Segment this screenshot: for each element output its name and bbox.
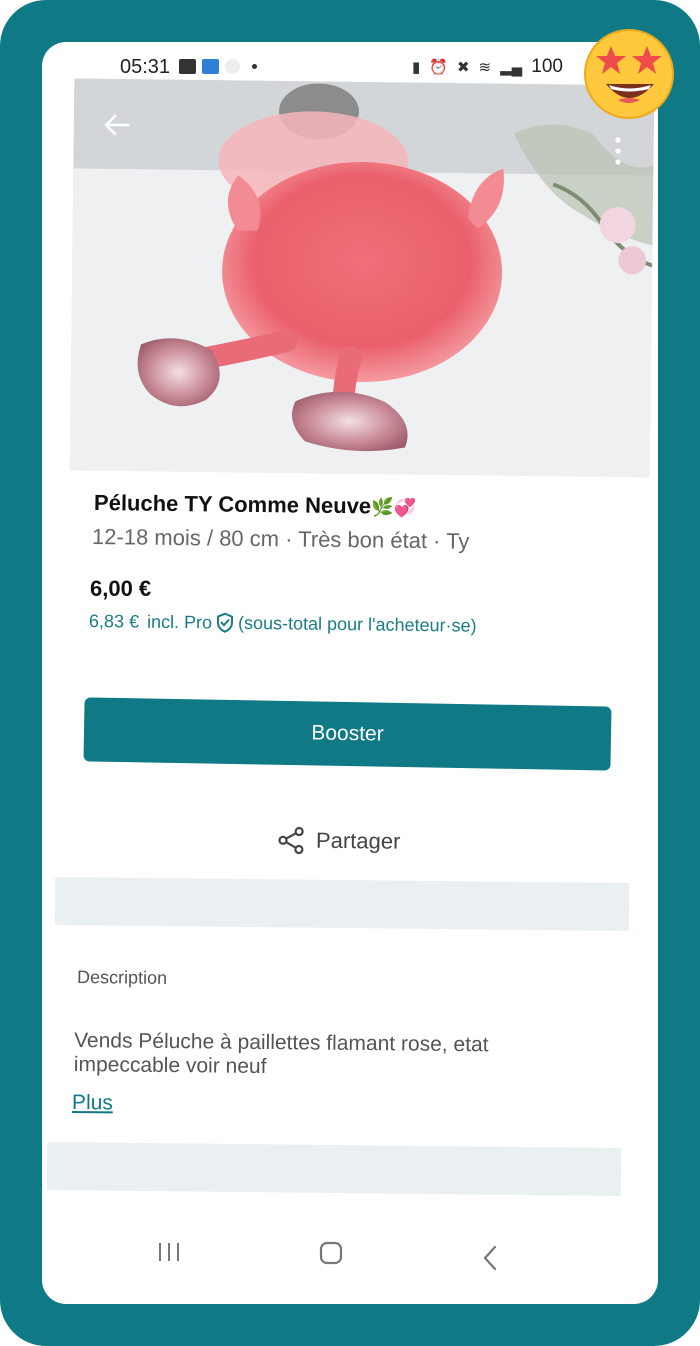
home-icon[interactable]	[318, 1240, 344, 1266]
description-label: Description	[76, 967, 168, 988]
share-button[interactable]: Partager	[276, 825, 401, 857]
arrow-left-icon[interactable]	[102, 110, 132, 140]
shield-check-icon	[217, 612, 234, 633]
listing-subtitle: 12-18 mois / 80 cm · Très bon état · Ty	[91, 524, 470, 554]
pro-label: incl. Pro	[146, 611, 213, 633]
pro-note: (sous-total pour l'acheteur·se)	[237, 612, 477, 636]
status-notification-icons	[179, 59, 257, 74]
back-nav-icon[interactable]	[480, 1244, 500, 1272]
description-more-link[interactable]: Plus	[72, 1091, 113, 1115]
description-text: Vends Péluche à paillettes flamant rose,…	[73, 1029, 489, 1079]
more-vertical-icon[interactable]	[614, 136, 622, 166]
phone-frame: 05:31 ▮ ⏰ ✖ ≋ ▂▄ 100 Péluche TY Comme Ne…	[0, 0, 700, 1346]
recent-apps-icon[interactable]	[154, 1240, 184, 1264]
sim-icon: ▮	[412, 59, 421, 76]
signal-icon: ▂▄	[500, 59, 523, 76]
phone-screen: 05:31 ▮ ⏰ ✖ ≋ ▂▄ 100 Péluche TY Comme Ne…	[42, 42, 658, 1304]
system-nav-bar	[42, 1222, 658, 1304]
listing-title: Péluche TY Comme Neuve🌿💞	[94, 490, 416, 520]
alarm-icon: ⏰	[429, 59, 448, 76]
status-system-icons: ▮ ⏰ ✖ ≋ ▂▄ 100	[412, 56, 563, 78]
wifi-icon: ≋	[478, 59, 492, 76]
listing-title-emojis: 🌿💞	[370, 497, 417, 518]
share-label: Partager	[315, 827, 401, 854]
listing-title-text: Péluche TY Comme Neuve	[93, 490, 372, 519]
booster-button[interactable]: Booster	[83, 697, 612, 771]
pro-price: 6,83 €	[88, 610, 140, 632]
more-notifications-dot-icon	[252, 64, 257, 69]
share-icon	[278, 826, 304, 855]
circle-notification-icon	[225, 59, 240, 74]
mute-icon: ✖	[456, 59, 470, 76]
star-struck-emoji-icon	[584, 29, 674, 119]
status-time: 05:31	[120, 56, 171, 78]
product-photo-drawing	[69, 78, 655, 478]
app-notification-icon	[202, 59, 219, 74]
pro-price-line[interactable]: 6,83 € incl. Pro (sous-total pour l'ache…	[89, 610, 477, 637]
gallery-icon	[179, 59, 196, 74]
section-divider-bottom	[46, 1141, 622, 1197]
listing-price: 6,00 €	[90, 576, 152, 601]
battery-level: 100	[531, 56, 563, 77]
product-photo[interactable]	[69, 78, 655, 478]
section-divider	[54, 876, 630, 932]
